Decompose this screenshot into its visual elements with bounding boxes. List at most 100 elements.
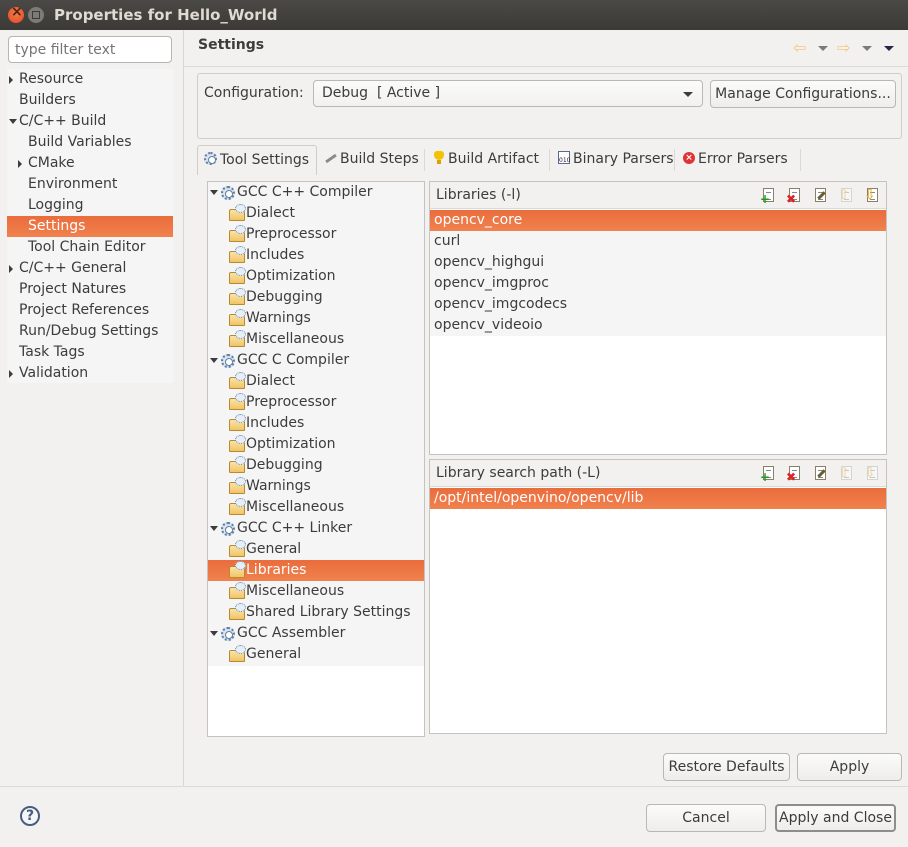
- delete-icon[interactable]: ✖: [786, 188, 800, 205]
- sash-divider[interactable]: [183, 30, 184, 786]
- tree-option-node[interactable]: Warnings: [208, 476, 424, 497]
- list-item[interactable]: curl: [430, 231, 886, 252]
- tab-binary-parsers[interactable]: 010 Binary Parsers: [557, 145, 674, 175]
- sidebar-item-c-c-general[interactable]: C/C++ General: [7, 258, 173, 279]
- tab-build-steps[interactable]: Build Steps: [324, 145, 419, 175]
- list-item[interactable]: opencv_core: [430, 210, 886, 231]
- collapse-arrow-icon[interactable]: [210, 358, 218, 363]
- tree-option-node[interactable]: Dialect: [208, 203, 424, 224]
- tree-tool-node[interactable]: GCC Assembler: [208, 623, 424, 644]
- tree-option-node[interactable]: General: [208, 539, 424, 560]
- apply-and-close-button[interactable]: Apply and Close: [775, 804, 896, 832]
- tree-node-label: Warnings: [246, 478, 311, 494]
- sidebar-item-resource[interactable]: Resource: [7, 69, 173, 90]
- tree-option-node[interactable]: Libraries: [208, 560, 424, 581]
- sidebar-item-validation[interactable]: Validation: [7, 363, 173, 384]
- tree-tool-node[interactable]: GCC C++ Compiler: [208, 182, 424, 203]
- tree-tool-node[interactable]: GCC C Compiler: [208, 350, 424, 371]
- manage-configurations-button[interactable]: Manage Configurations...: [710, 80, 896, 108]
- tree-option-node[interactable]: Preprocessor: [208, 392, 424, 413]
- back-arrow-icon[interactable]: ⇦: [793, 40, 806, 56]
- sidebar-item-run-debug-settings[interactable]: Run/Debug Settings: [7, 321, 173, 342]
- sidebar-item-c-c-build[interactable]: C/C++ Build: [7, 111, 173, 132]
- footer-divider: [0, 786, 908, 787]
- tree-option-node[interactable]: Miscellaneous: [208, 497, 424, 518]
- tab-build-artifact[interactable]: Build Artifact: [432, 145, 539, 175]
- tree-option-node[interactable]: Optimization: [208, 266, 424, 287]
- collapse-arrow-icon[interactable]: [210, 190, 218, 195]
- view-menu-icon[interactable]: [884, 46, 894, 51]
- sidebar-item-settings[interactable]: Settings: [7, 216, 173, 237]
- tree-option-node[interactable]: Includes: [208, 245, 424, 266]
- option-category-icon: [229, 561, 246, 578]
- build-artifact-icon: [432, 151, 446, 165]
- libraries-panel: Libraries (-l) + ✖ ⇧ ⇩ opencv_core curl op…: [429, 181, 887, 455]
- tree-option-node[interactable]: Includes: [208, 413, 424, 434]
- add-icon[interactable]: +: [760, 466, 774, 483]
- list-item[interactable]: /opt/intel/openvino/opencv/lib: [430, 488, 886, 509]
- expand-arrow-icon[interactable]: [18, 160, 22, 168]
- sidebar-item-label: Tool Chain Editor: [28, 239, 146, 255]
- option-category-icon: [229, 330, 246, 347]
- sidebar-item-task-tags[interactable]: Task Tags: [7, 342, 173, 363]
- sidebar-item-cmake[interactable]: CMake: [7, 153, 173, 174]
- tree-option-node[interactable]: Dialect: [208, 371, 424, 392]
- tree-option-node[interactable]: General: [208, 644, 424, 665]
- option-category-icon: [229, 645, 246, 662]
- filter-input[interactable]: [8, 36, 172, 63]
- tree-option-node[interactable]: Shared Library Settings: [208, 602, 424, 623]
- list-item[interactable]: opencv_imgcodecs: [430, 294, 886, 315]
- edit-icon[interactable]: [812, 188, 826, 204]
- window-minimize-button[interactable]: [28, 7, 44, 23]
- sidebar-item-tool-chain-editor[interactable]: Tool Chain Editor: [7, 237, 173, 258]
- sidebar-item-label: CMake: [28, 155, 75, 171]
- window-close-button[interactable]: [8, 4, 24, 23]
- sidebar-item-builders[interactable]: Builders: [7, 90, 173, 111]
- list-item[interactable]: opencv_highgui: [430, 252, 886, 273]
- tree-option-node[interactable]: Debugging: [208, 455, 424, 476]
- edit-icon[interactable]: [812, 466, 826, 482]
- sidebar-item-label: Build Variables: [28, 134, 132, 150]
- move-up-icon[interactable]: ⇧: [838, 188, 852, 204]
- tree-option-node[interactable]: Miscellaneous: [208, 581, 424, 602]
- tree-node-label: General: [246, 646, 302, 662]
- sidebar-item-label: Logging: [28, 197, 84, 213]
- forward-history-dropdown-icon[interactable]: [862, 46, 872, 51]
- tree-option-node[interactable]: Optimization: [208, 434, 424, 455]
- sidebar-item-project-references[interactable]: Project References: [7, 300, 173, 321]
- move-down-icon[interactable]: ⇩: [864, 188, 878, 204]
- tab-error-parsers[interactable]: × Error Parsers: [682, 145, 788, 175]
- cancel-button[interactable]: Cancel: [646, 804, 766, 832]
- tree-option-node[interactable]: Preprocessor: [208, 224, 424, 245]
- tool-gear-icon: [221, 627, 235, 641]
- expand-arrow-icon[interactable]: [9, 370, 13, 378]
- tree-node-label: GCC C++ Linker: [237, 520, 353, 536]
- sidebar-item-environment[interactable]: Environment: [7, 174, 173, 195]
- tab-tool-settings[interactable]: Tool Settings: [197, 145, 317, 175]
- expand-arrow-icon[interactable]: [9, 265, 13, 273]
- apply-button[interactable]: Apply: [797, 753, 902, 781]
- delete-icon[interactable]: ✖: [786, 466, 800, 483]
- tree-option-node[interactable]: Warnings: [208, 308, 424, 329]
- forward-arrow-icon[interactable]: ⇨: [837, 40, 850, 56]
- list-item[interactable]: opencv_videoio: [430, 315, 886, 336]
- restore-defaults-button[interactable]: Restore Defaults: [663, 753, 790, 781]
- sidebar-item-logging[interactable]: Logging: [7, 195, 173, 216]
- tree-option-node[interactable]: Miscellaneous: [208, 329, 424, 350]
- move-up-icon[interactable]: ⇧: [838, 466, 852, 482]
- collapse-arrow-icon[interactable]: [210, 526, 218, 531]
- libraries-title: Libraries (-l): [436, 187, 521, 203]
- tree-option-node[interactable]: Debugging: [208, 287, 424, 308]
- sidebar-item-build-variables[interactable]: Build Variables: [7, 132, 173, 153]
- tree-tool-node[interactable]: GCC C++ Linker: [208, 518, 424, 539]
- configuration-combo[interactable]: Debug [ Active ]: [313, 80, 703, 107]
- expand-arrow-icon[interactable]: [9, 76, 13, 84]
- collapse-arrow-icon[interactable]: [210, 631, 218, 636]
- add-icon[interactable]: +: [760, 188, 774, 205]
- move-down-icon[interactable]: ⇩: [864, 466, 878, 482]
- list-item[interactable]: opencv_imgproc: [430, 273, 886, 294]
- sidebar-item-project-natures[interactable]: Project Natures: [7, 279, 173, 300]
- collapse-arrow-icon[interactable]: [9, 119, 17, 124]
- help-icon[interactable]: ?: [20, 806, 40, 826]
- back-history-dropdown-icon[interactable]: [818, 46, 828, 51]
